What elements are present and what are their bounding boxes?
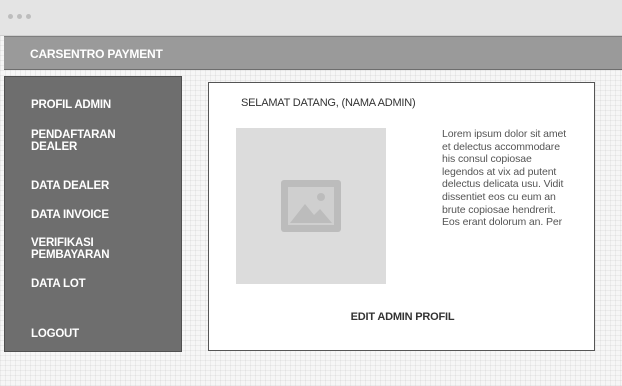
main-panel: SELAMAT DATANG, (NAMA ADMIN) Lorem ipsum… — [208, 82, 595, 351]
maximize-window-icon[interactable] — [26, 14, 31, 19]
sidebar-item-profil-admin[interactable]: PROFIL ADMIN — [31, 99, 161, 111]
app-title: CARSENTRO PAYMENT — [30, 47, 163, 61]
profile-image-placeholder — [236, 128, 386, 284]
sidebar-item-data-lot[interactable]: DATA LOT — [31, 278, 161, 290]
close-window-icon[interactable] — [8, 14, 13, 19]
sidebar-item-data-invoice[interactable]: DATA INVOICE — [31, 209, 161, 221]
minimize-window-icon[interactable] — [17, 14, 22, 19]
sidebar: PROFIL ADMIN PENDAFTARAN DEALER DATA DEA… — [4, 76, 182, 352]
sidebar-item-pendaftaran-dealer[interactable]: PENDAFTARAN DEALER — [31, 129, 161, 153]
sidebar-item-data-dealer[interactable]: DATA DEALER — [31, 180, 161, 192]
window-titlebar — [0, 0, 622, 36]
edit-admin-profile-link[interactable]: EDIT ADMIN PROFIL — [209, 311, 596, 323]
image-placeholder-icon — [281, 180, 341, 232]
app-header: CARSENTRO PAYMENT — [4, 36, 622, 70]
profile-description: Lorem ipsum dolor sit amet et delectus a… — [442, 128, 567, 229]
sidebar-item-verifikasi-pembayaran[interactable]: VERIFIKASI PEMBAYARAN — [31, 237, 161, 261]
sidebar-item-logout[interactable]: LOGOUT — [31, 328, 161, 340]
welcome-heading: SELAMAT DATANG, (NAMA ADMIN) — [241, 97, 416, 109]
window-controls — [8, 14, 31, 19]
